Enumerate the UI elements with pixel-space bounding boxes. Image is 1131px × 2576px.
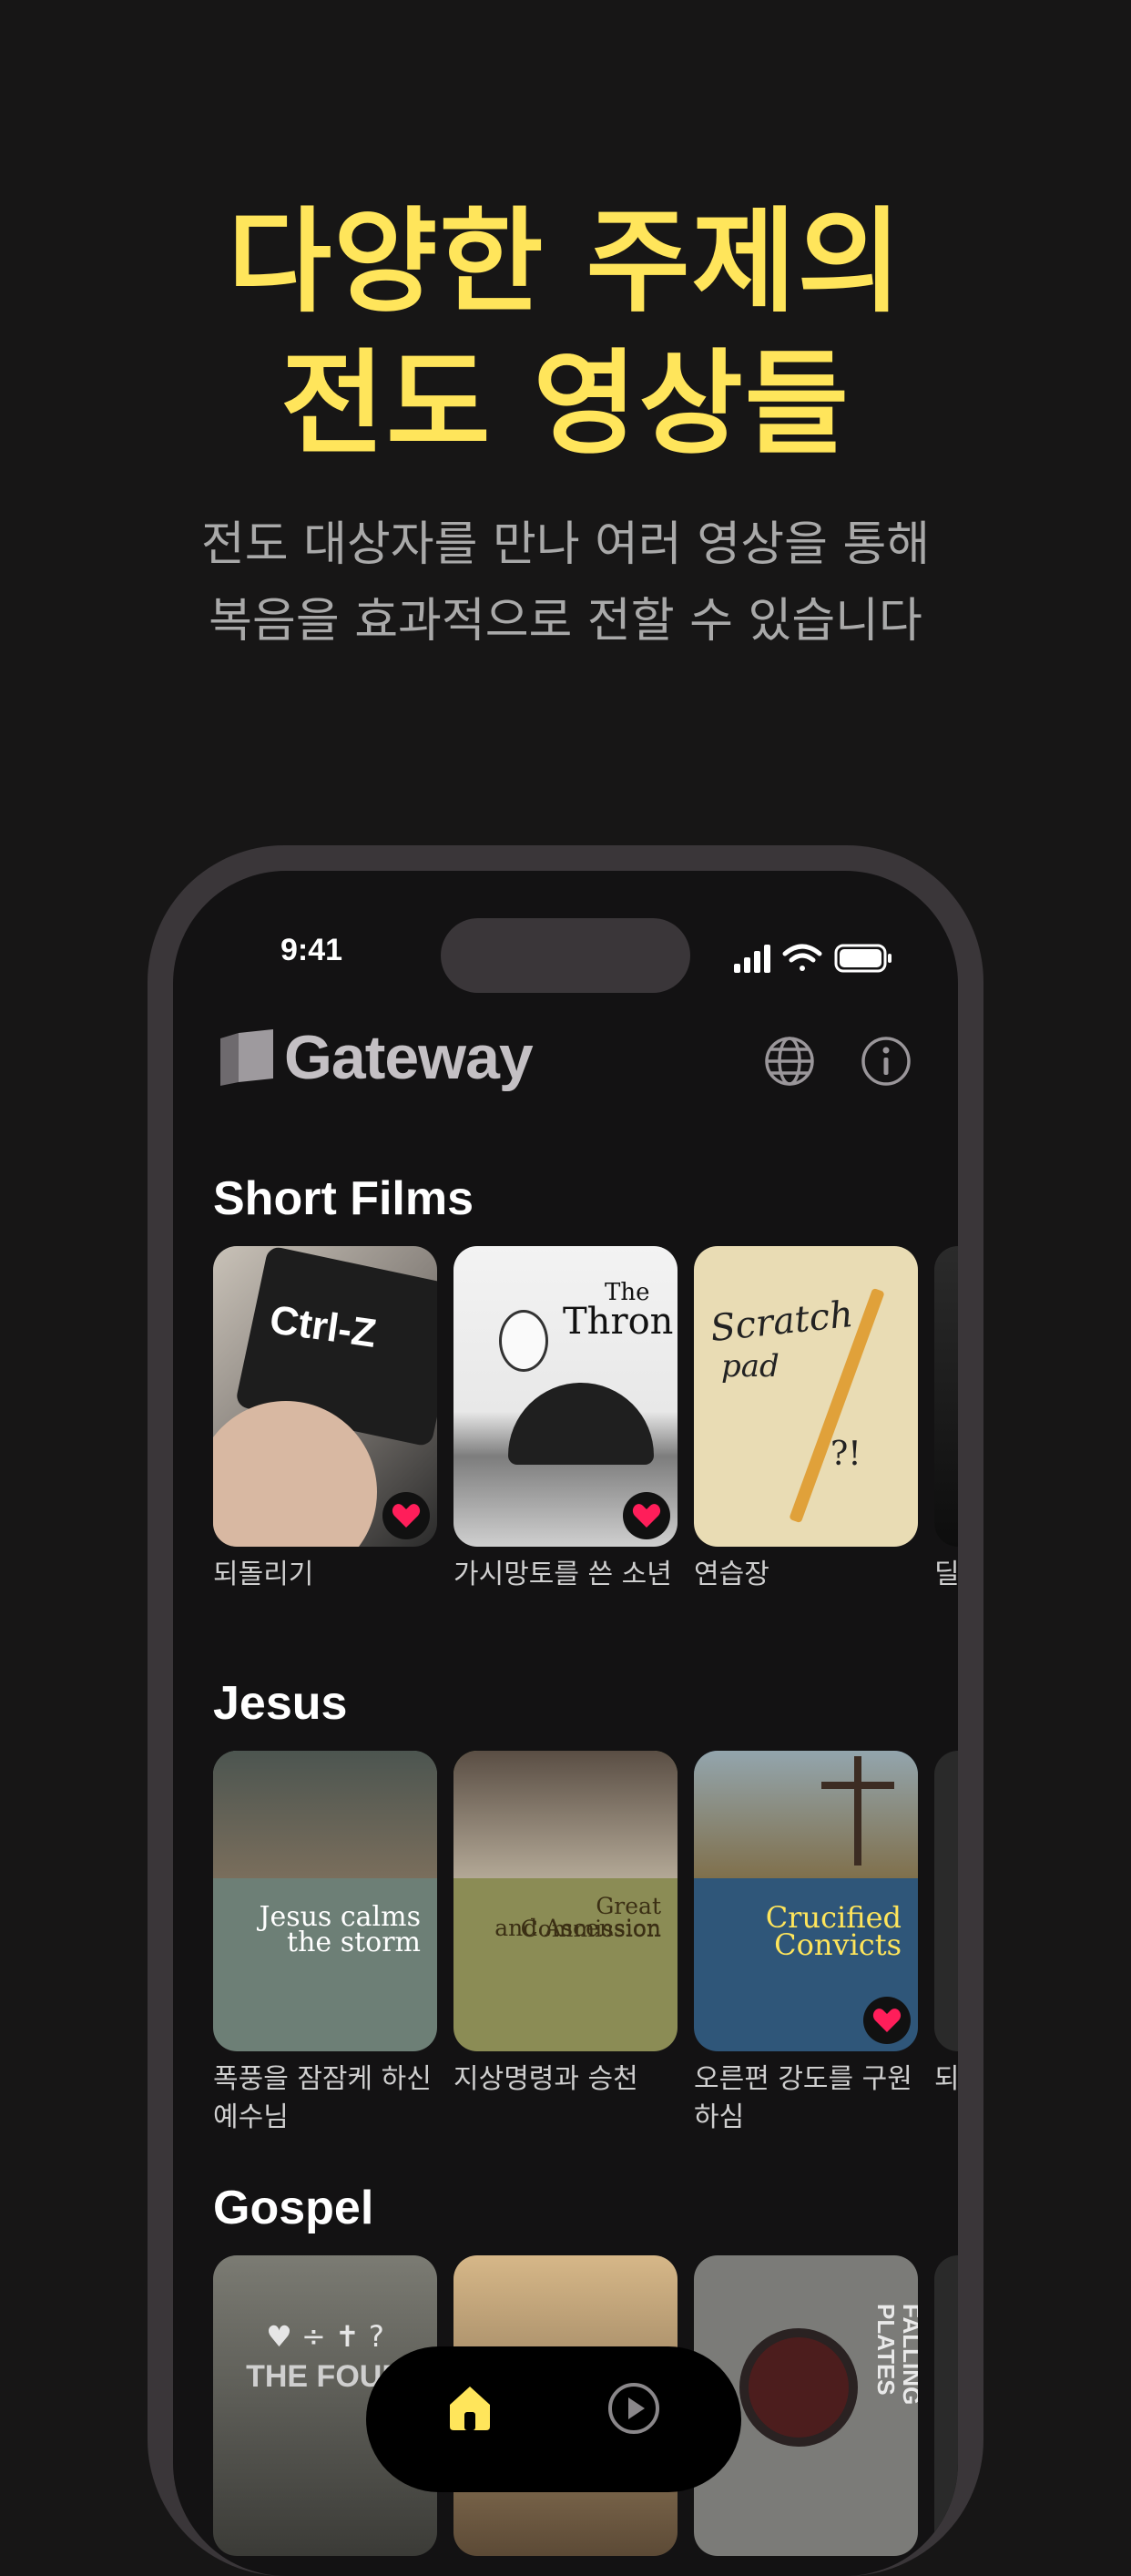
thumb-text-2: and Ascension <box>494 1915 661 1941</box>
video-title: 지상명령과 승천 <box>453 2063 638 2095</box>
favorite-button[interactable] <box>623 1492 670 1539</box>
gateway-logo-icon <box>220 1029 273 1086</box>
video-thumbnail: Crucified Convicts <box>694 1751 918 2051</box>
boy-graphic <box>499 1310 548 1372</box>
video-card[interactable] <box>934 2255 958 2556</box>
heart-icon <box>392 1504 421 1528</box>
video-title: 가시망토를 쓴 소년 <box>453 1559 672 1590</box>
video-thumbnail <box>934 2255 958 2556</box>
jesus-row: Jesus calms the storm 폭풍을 잠잠케 하신 예수님 Gre… <box>213 1751 958 2170</box>
thorn-graphic <box>508 1383 654 1465</box>
section-title-jesus: Jesus <box>213 1677 348 1730</box>
video-thumbnail: Great Commission and Ascension <box>453 1751 678 2051</box>
thumb-text-3: ?! <box>830 1436 861 1473</box>
signal-icon <box>734 945 770 973</box>
cross-graphic <box>821 1782 894 1789</box>
section-title-gospel: Gospel <box>213 2182 374 2234</box>
heart-icon <box>632 1504 661 1528</box>
thumb-text: FALLING PLATES <box>872 2304 918 2406</box>
hero-subtitle-line-2: 복음을 효과적으로 전할 수 있습니다 <box>209 594 922 649</box>
plate-graphic <box>739 2328 858 2447</box>
video-title: 되돌리기 <box>213 1559 314 1590</box>
status-icons <box>734 944 892 973</box>
info-icon[interactable] <box>860 1035 912 1088</box>
thumb-text-2: the storm <box>287 1927 421 1958</box>
short-films-row: Ctrl-Z 되돌리기 The Thron 가시망토를 쓴 소년 Scratch… <box>213 1246 958 1665</box>
tab-bar <box>366 2346 741 2492</box>
hero-title-line-2: 전도 영상들 <box>280 339 851 470</box>
video-thumbnail <box>934 1751 958 2051</box>
play-icon[interactable] <box>606 2381 661 2436</box>
video-thumbnail: Ctrl-Z <box>213 1246 437 1547</box>
video-card[interactable]: Ctrl-Z 되돌리기 <box>213 1246 437 1594</box>
video-card[interactable]: Great Commission and Ascension 지상명령과 승천 <box>453 1751 678 2099</box>
hero-subtitle: 전도 대상자를 만나 여러 영상을 통해 복음을 효과적으로 전할 수 있습니다 <box>0 506 1131 659</box>
video-card[interactable]: 되 <box>934 1751 958 2099</box>
thumb-photo <box>694 1751 918 1878</box>
video-thumbnail: The Thron <box>453 1246 678 1547</box>
hero-title: 다양한 주제의 전도 영상들 <box>0 191 1131 475</box>
thumb-text-1: Scratch <box>708 1293 855 1351</box>
app-name: Gateway <box>284 1023 534 1092</box>
thumb-text-2: Thron <box>563 1301 674 1343</box>
status-time: 9:41 <box>280 933 343 967</box>
phone-screen: 9:41 Gateway Short Films Ctrl-Z 되돌리기 The… <box>173 871 958 2576</box>
wifi-icon <box>782 944 822 971</box>
phone-frame: 9:41 Gateway Short Films Ctrl-Z 되돌리기 The… <box>148 845 983 2576</box>
heart-icon <box>872 2009 902 2032</box>
home-icon[interactable] <box>444 2381 495 2432</box>
thumb-text-2: Convicts <box>774 1927 902 1962</box>
video-title: 되 <box>934 2063 958 2095</box>
thumb-symbols: ♥ ÷ ✝ ? <box>266 2319 384 2354</box>
section-title-short-films: Short Films <box>213 1172 474 1225</box>
video-thumbnail: Scratch pad ?! <box>694 1246 918 1547</box>
video-title: 딜 <box>934 1559 958 1590</box>
thumb-photo <box>453 1751 678 1878</box>
hero-title-line-1: 다양한 주제의 <box>228 197 903 328</box>
video-title: 폭풍을 잠잠케 하신 예수님 <box>213 2063 432 2133</box>
hero-subtitle-line-1: 전도 대상자를 만나 여러 영상을 통해 <box>200 517 931 572</box>
video-card[interactable]: Jesus calms the storm 폭풍을 잠잠케 하신 예수님 <box>213 1751 437 2137</box>
video-card[interactable]: The Thron 가시망토를 쓴 소년 <box>453 1246 678 1594</box>
video-card[interactable]: 딜 <box>934 1246 958 1594</box>
video-thumbnail <box>934 1246 958 1547</box>
dynamic-island <box>441 918 690 993</box>
cross-graphic <box>854 1756 861 1866</box>
battery-icon <box>834 944 892 973</box>
thumb-photo <box>213 1751 437 1878</box>
video-title: 연습장 <box>694 1559 769 1590</box>
favorite-button[interactable] <box>382 1492 430 1539</box>
globe-icon[interactable] <box>763 1035 816 1088</box>
video-title: 오른편 강도를 구원하심 <box>694 2063 912 2133</box>
video-card[interactable]: Crucified Convicts 오른편 강도를 구원하심 <box>694 1751 918 2137</box>
favorite-button[interactable] <box>863 1997 911 2044</box>
video-thumbnail: Jesus calms the storm <box>213 1751 437 2051</box>
video-card[interactable]: Scratch pad ?! 연습장 <box>694 1246 918 1594</box>
thumb-text-2: pad <box>721 1348 779 1385</box>
